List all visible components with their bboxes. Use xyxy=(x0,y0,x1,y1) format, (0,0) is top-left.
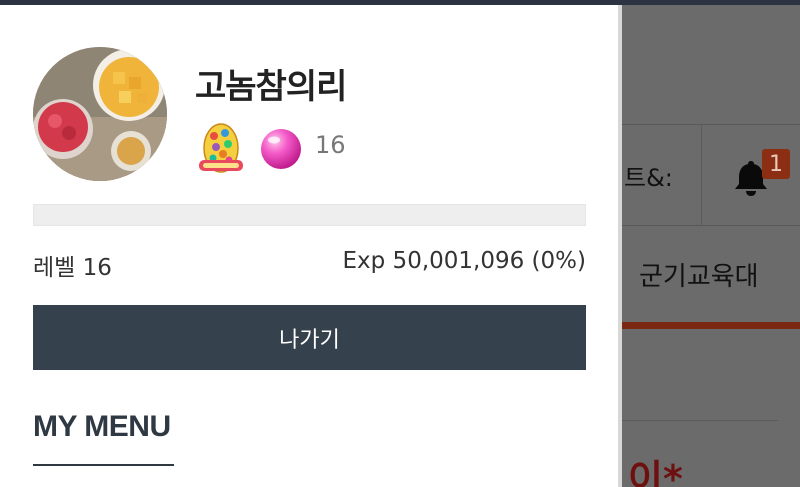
my-menu-underline xyxy=(33,464,174,466)
drawer-edge-shadow xyxy=(618,5,622,487)
background-category-tab: 군기교육대 xyxy=(621,226,800,322)
background-category-label: 군기교육대 xyxy=(639,261,759,292)
avatar[interactable] xyxy=(33,47,167,181)
background-nav-item: 트&: xyxy=(621,125,702,225)
notification-count-badge: 1 xyxy=(762,149,790,179)
logout-button[interactable]: 나가기 xyxy=(33,305,586,370)
rainbow-egg-icon xyxy=(199,123,243,173)
username: 고놈참의리 xyxy=(195,67,347,107)
background-post-title: 이* xyxy=(628,457,683,487)
experience-progress-bar xyxy=(33,204,586,226)
level-label: 레벨 16 xyxy=(33,255,112,281)
background-accent-line xyxy=(621,322,800,329)
background-notification-button: 1 xyxy=(702,125,800,225)
food-bowls-avatar xyxy=(33,47,167,181)
background-nav-item-label: 트&: xyxy=(624,163,673,192)
gem-count: 16 xyxy=(315,131,346,159)
my-menu-heading: MY MENU xyxy=(33,410,171,443)
pink-gem-icon xyxy=(261,129,301,169)
background-divider xyxy=(621,420,778,421)
experience-label: Exp 50,001,096 (0%) xyxy=(342,248,587,274)
